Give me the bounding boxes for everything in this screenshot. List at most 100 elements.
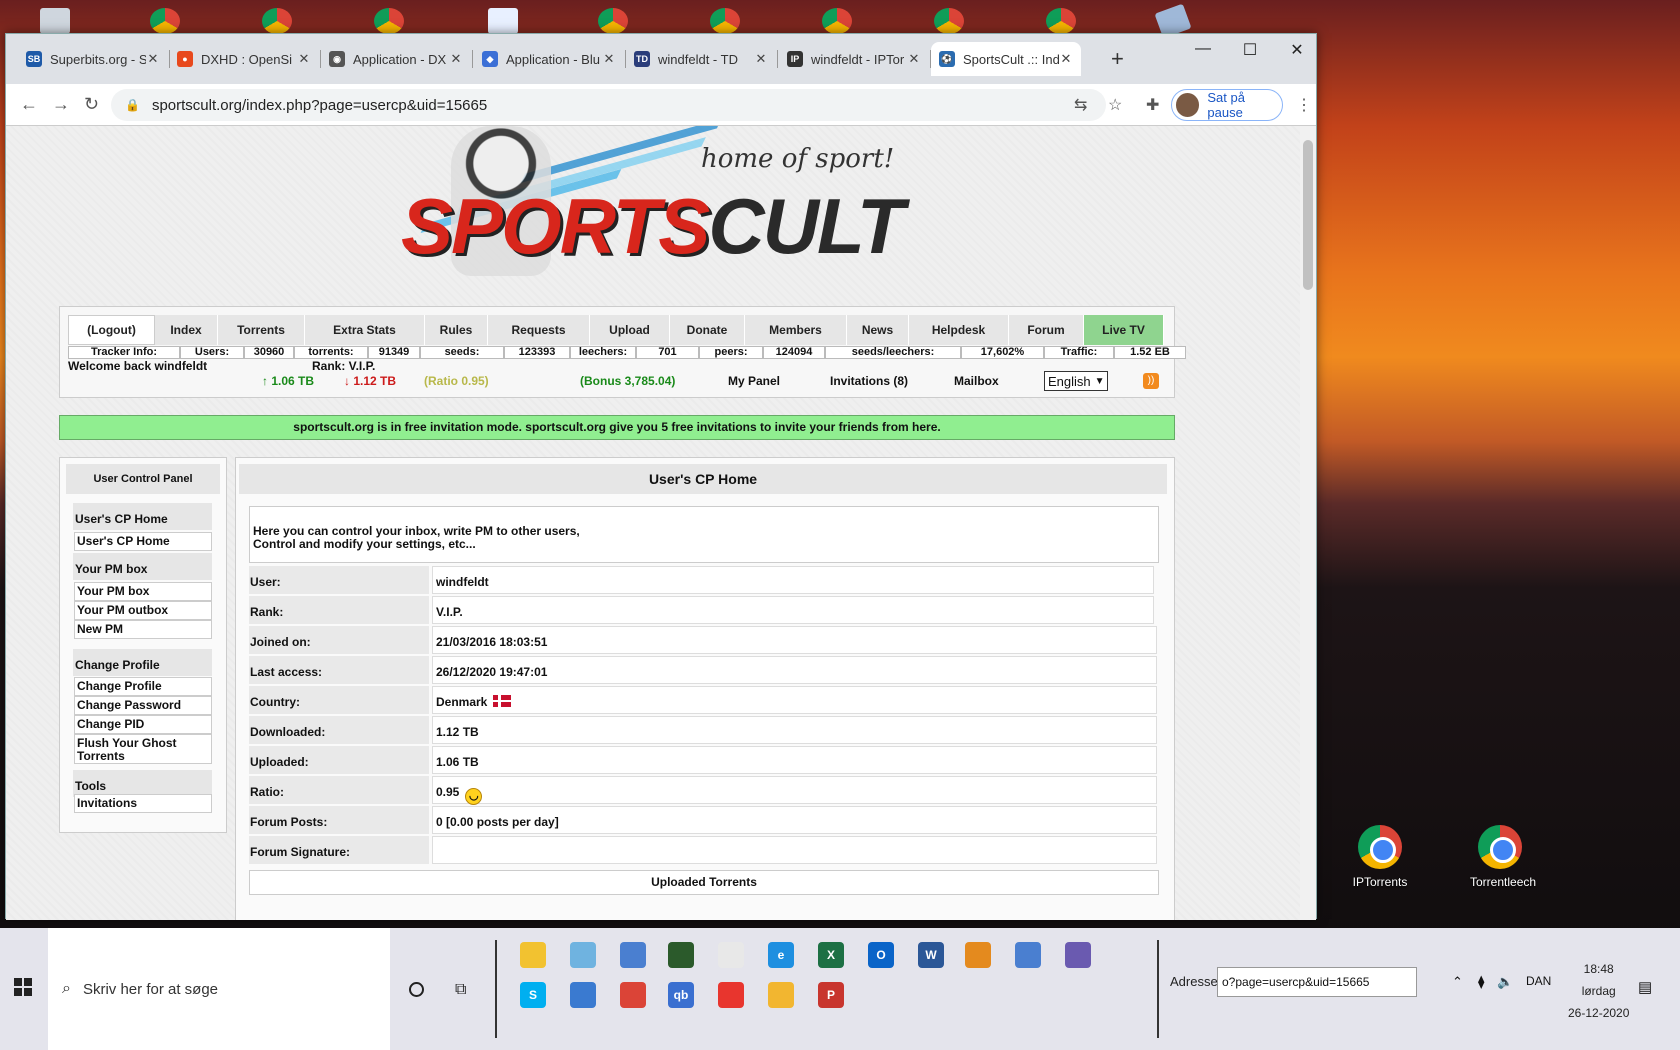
close-tab-icon[interactable]: ✕: [907, 51, 921, 67]
taskbar-search[interactable]: ⌕ Skriv her for at søge: [48, 928, 390, 1050]
chrome-shortcut-icon[interactable]: [934, 8, 964, 34]
language-select[interactable]: English ▼: [1044, 371, 1108, 391]
extensions-icon[interactable]: ✚: [1146, 95, 1159, 115]
start-button[interactable]: [14, 978, 32, 996]
forward-icon[interactable]: →: [52, 94, 70, 115]
browser-tab[interactable]: TD windfeldt - TD ✕: [626, 42, 776, 76]
close-window-button[interactable]: ✕: [1282, 40, 1312, 60]
volume-icon[interactable]: 🔈: [1497, 974, 1513, 990]
file-explorer-icon[interactable]: [520, 942, 546, 968]
sidebar-section-heading[interactable]: Change Profile: [73, 649, 212, 676]
browser-tab[interactable]: ⚽ SportsCult .:: Ind ✕: [931, 42, 1081, 76]
my-panel-link[interactable]: My Panel: [728, 374, 780, 388]
app-icon[interactable]: [768, 982, 794, 1008]
reload-icon[interactable]: ↻: [84, 94, 99, 115]
app-icon[interactable]: [1065, 942, 1091, 968]
sidebar-section-heading[interactable]: User's CP Home: [73, 503, 212, 530]
recycle-bin-icon[interactable]: [40, 8, 70, 34]
ie-shortcut-icon[interactable]: [488, 8, 518, 34]
chrome-shortcut-icon[interactable]: [822, 8, 852, 34]
anydesk-icon[interactable]: [718, 982, 744, 1008]
url-field[interactable]: 🔒 sportscult.org/index.php?page=usercp&u…: [111, 89, 1106, 121]
menu-item[interactable]: Live TV: [1084, 315, 1164, 345]
profile-button[interactable]: Sat på pause: [1171, 89, 1283, 121]
close-tab-icon[interactable]: ✕: [297, 51, 311, 67]
bookmark-star-icon[interactable]: ☆: [1108, 95, 1122, 115]
clock[interactable]: 18:48 lørdag 26-12-2020: [1568, 958, 1629, 1024]
sidebar-link[interactable]: User's CP Home: [74, 532, 212, 551]
outlook-icon[interactable]: O: [868, 942, 894, 968]
task-view-icon[interactable]: ⧉: [455, 981, 466, 999]
maximize-button[interactable]: ☐: [1235, 40, 1265, 60]
menu-item[interactable]: Forum: [1009, 315, 1084, 345]
mailbox-link[interactable]: Mailbox: [954, 374, 999, 388]
excel-icon[interactable]: X: [818, 942, 844, 968]
sidebar-link[interactable]: Your PM outbox: [74, 601, 212, 620]
app-icon[interactable]: [570, 942, 596, 968]
menu-item[interactable]: News: [847, 315, 909, 345]
cortana-icon[interactable]: [409, 982, 424, 997]
desktop-shortcut-torrentleech[interactable]: Torrentleech: [1470, 825, 1536, 889]
menu-item[interactable]: Torrents: [218, 315, 305, 345]
close-tab-icon[interactable]: ✕: [146, 51, 160, 67]
qbittorrent-icon[interactable]: qb: [668, 982, 694, 1008]
sidebar-link[interactable]: Change Password: [74, 696, 212, 715]
sidebar-section-heading[interactable]: Tools: [73, 770, 212, 797]
chrome-shortcut-icon[interactable]: [598, 8, 628, 34]
chrome-shortcut-icon[interactable]: [262, 8, 292, 34]
menu-item[interactable]: Requests: [488, 315, 590, 345]
new-tab-button[interactable]: +: [1111, 46, 1124, 72]
menu-item[interactable]: Extra Stats: [305, 315, 425, 345]
language-indicator[interactable]: DAN: [1526, 974, 1551, 988]
menu-kebab-icon[interactable]: ⋮: [1296, 95, 1312, 115]
menu-item[interactable]: Helpdesk: [909, 315, 1009, 345]
sidebar-link[interactable]: Flush Your Ghost Torrents: [74, 734, 212, 764]
desktop-shortcut-iptorrents[interactable]: IPTorrents: [1350, 825, 1410, 889]
back-icon[interactable]: ←: [20, 94, 38, 115]
close-tab-icon[interactable]: ✕: [754, 51, 768, 67]
word-icon[interactable]: W: [918, 942, 944, 968]
site-logo[interactable]: SPORTSCULT: [401, 181, 904, 272]
sidebar-link[interactable]: Change Profile: [74, 677, 212, 696]
scrollbar[interactable]: [1300, 126, 1316, 920]
app-icon[interactable]: [570, 982, 596, 1008]
browser-tab[interactable]: SB Superbits.org - S ✕: [18, 42, 168, 76]
browser-tab[interactable]: ◉ Application - DX ✕: [321, 42, 471, 76]
dropbox-icon[interactable]: ⧫: [1478, 974, 1484, 990]
menu-item[interactable]: (Logout): [68, 315, 155, 345]
close-tab-icon[interactable]: ✕: [602, 51, 616, 67]
sidebar-link[interactable]: New PM: [74, 620, 212, 639]
chrome-icon[interactable]: [620, 982, 646, 1008]
rss-icon[interactable]: )): [1143, 373, 1159, 389]
app-icon[interactable]: P: [818, 982, 844, 1008]
menu-item[interactable]: Donate: [670, 315, 745, 345]
sidebar-section-heading[interactable]: Your PM box: [73, 553, 212, 580]
app-icon[interactable]: [668, 942, 694, 968]
minimize-button[interactable]: —: [1188, 40, 1218, 58]
menu-item[interactable]: Members: [745, 315, 847, 345]
scroll-thumb[interactable]: [1303, 140, 1313, 290]
menu-item[interactable]: Index: [155, 315, 218, 345]
chrome-shortcut-icon[interactable]: [374, 8, 404, 34]
edge-ie-icon[interactable]: e: [768, 942, 794, 968]
menu-item[interactable]: Rules: [425, 315, 488, 345]
tray-chevron-icon[interactable]: ⌃: [1452, 974, 1463, 990]
sidebar-link[interactable]: Invitations: [74, 794, 212, 813]
invitations-link[interactable]: Invitations (8): [830, 374, 908, 388]
app-icon[interactable]: [620, 942, 646, 968]
sidebar-link[interactable]: Your PM box: [74, 582, 212, 601]
close-tab-icon[interactable]: ✕: [1059, 51, 1073, 67]
address-toolbar-input[interactable]: o?page=usercp&uid=15665: [1217, 967, 1417, 997]
media-player-icon[interactable]: [965, 942, 991, 968]
sidebar-link[interactable]: Change PID: [74, 715, 212, 734]
browser-tab[interactable]: ◆ Application - Blu ✕: [474, 42, 624, 76]
translate-icon[interactable]: ⇆: [1074, 95, 1087, 115]
browser-tab[interactable]: ● DXHD : OpenSi ✕: [169, 42, 319, 76]
app-icon[interactable]: [718, 942, 744, 968]
chrome-shortcut-icon[interactable]: [710, 8, 740, 34]
search-app-icon[interactable]: [1015, 942, 1041, 968]
browser-tab[interactable]: IP windfeldt - IPTor ✕: [779, 42, 929, 76]
notifications-icon[interactable]: ▤: [1638, 978, 1652, 996]
close-tab-icon[interactable]: ✕: [449, 51, 463, 67]
chrome-shortcut-icon[interactable]: [150, 8, 180, 34]
